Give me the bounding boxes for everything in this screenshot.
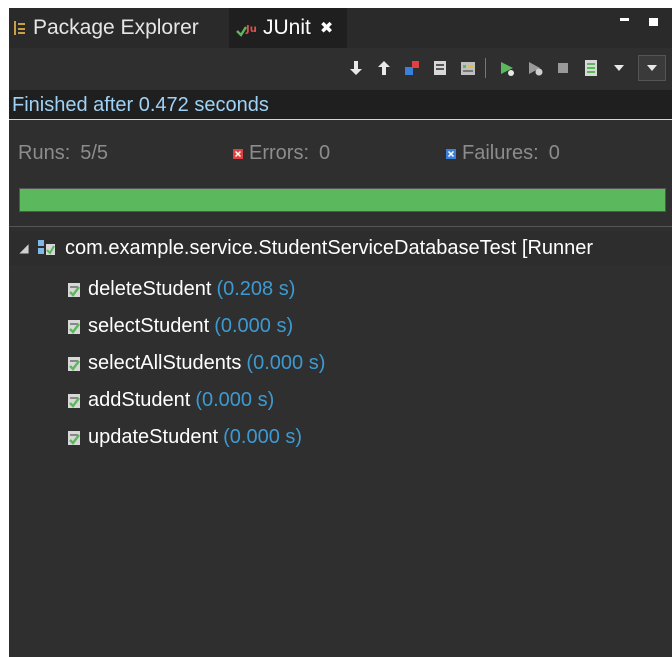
previous-failure-icon[interactable]	[373, 57, 395, 79]
junit-view: Package Explorer Ju JUnit ✖ Finished aft…	[9, 8, 672, 657]
test-suite-label: com.example.service.StudentServiceDataba…	[65, 236, 594, 259]
test-duration: (0.208 s)	[216, 278, 296, 300]
scroll-lock-icon[interactable]	[429, 57, 451, 79]
test-item-select-all-students[interactable]: selectAllStudents (0.000 s)	[9, 345, 672, 382]
error-icon	[233, 148, 243, 159]
tab-junit[interactable]: Ju JUnit ✖	[229, 8, 347, 48]
tab-package-explorer-label: Package Explorer	[33, 16, 199, 39]
test-item-select-student[interactable]: selectStudent (0.000 s)	[9, 308, 672, 345]
show-skipped-icon[interactable]	[457, 57, 479, 79]
runs-value: 5/5	[80, 142, 109, 164]
failures-counter: Failures: 0	[446, 142, 560, 165]
junit-toolbar	[9, 52, 672, 84]
toolbar-separator	[485, 58, 486, 78]
test-item-add-student[interactable]: addStudent (0.000 s)	[9, 382, 672, 419]
next-failure-icon[interactable]	[345, 57, 367, 79]
rerun-failed-first-icon[interactable]	[524, 57, 546, 79]
test-item-update-student[interactable]: updateStudent (0.000 s)	[9, 419, 672, 456]
junit-icon: Ju	[235, 19, 257, 37]
test-list: deleteStudent (0.208 s) selectStudent (0…	[9, 271, 672, 456]
errors-label: Errors:	[249, 142, 309, 164]
tab-bar: Package Explorer Ju JUnit ✖	[9, 8, 672, 48]
test-name: updateStudent	[88, 426, 219, 448]
package-explorer-icon	[13, 20, 27, 36]
test-name: deleteStudent	[88, 278, 212, 300]
test-passed-icon	[66, 429, 82, 447]
test-name: selectAllStudents	[88, 352, 242, 374]
tab-package-explorer[interactable]: Package Explorer	[13, 8, 199, 48]
test-passed-icon	[66, 318, 82, 336]
failures-label: Failures:	[462, 142, 539, 164]
status-message: Finished after 0.472 seconds	[9, 90, 672, 120]
test-run-history-icon[interactable]	[580, 57, 602, 79]
svg-text:Ju: Ju	[245, 24, 257, 35]
history-dropdown-icon[interactable]	[608, 57, 630, 79]
minimize-icon[interactable]	[620, 18, 629, 21]
test-duration: (0.000 s)	[223, 426, 303, 448]
errors-value: 0	[319, 142, 331, 164]
collapse-icon[interactable]: ◢	[15, 241, 33, 255]
test-duration: (0.000 s)	[195, 389, 275, 411]
test-name: addStudent	[88, 389, 191, 411]
progress-bar	[19, 188, 666, 212]
maximize-icon[interactable]	[649, 18, 658, 26]
runs-label: Runs:	[18, 142, 71, 164]
rerun-test-icon[interactable]	[496, 57, 518, 79]
test-passed-icon	[66, 281, 82, 299]
progress-bar-fill	[20, 189, 665, 211]
view-menu-icon[interactable]	[638, 55, 666, 81]
test-tree[interactable]: ◢ com.example.service.StudentServiceData…	[9, 226, 672, 647]
test-suite-icon	[37, 239, 57, 257]
stop-icon[interactable]	[552, 57, 574, 79]
test-suite-node[interactable]: ◢ com.example.service.StudentServiceData…	[9, 231, 672, 265]
test-item-delete-student[interactable]: deleteStudent (0.208 s)	[9, 271, 672, 308]
show-failures-only-icon[interactable]	[401, 57, 423, 79]
test-passed-icon	[66, 355, 82, 373]
toolbar-buttons	[339, 55, 666, 81]
test-passed-icon	[66, 392, 82, 410]
test-duration: (0.000 s)	[214, 315, 294, 337]
close-icon[interactable]: ✖	[320, 18, 333, 38]
test-counters: Runs: 5/5 Errors: 0 Failures: 0	[9, 136, 672, 172]
errors-counter: Errors: 0	[233, 142, 330, 165]
test-duration: (0.000 s)	[246, 352, 326, 374]
failure-icon	[446, 148, 456, 159]
test-name: selectStudent	[88, 315, 210, 337]
failures-value: 0	[548, 142, 560, 164]
runs-counter: Runs: 5/5	[18, 142, 108, 165]
tab-junit-label: JUnit	[263, 16, 311, 39]
